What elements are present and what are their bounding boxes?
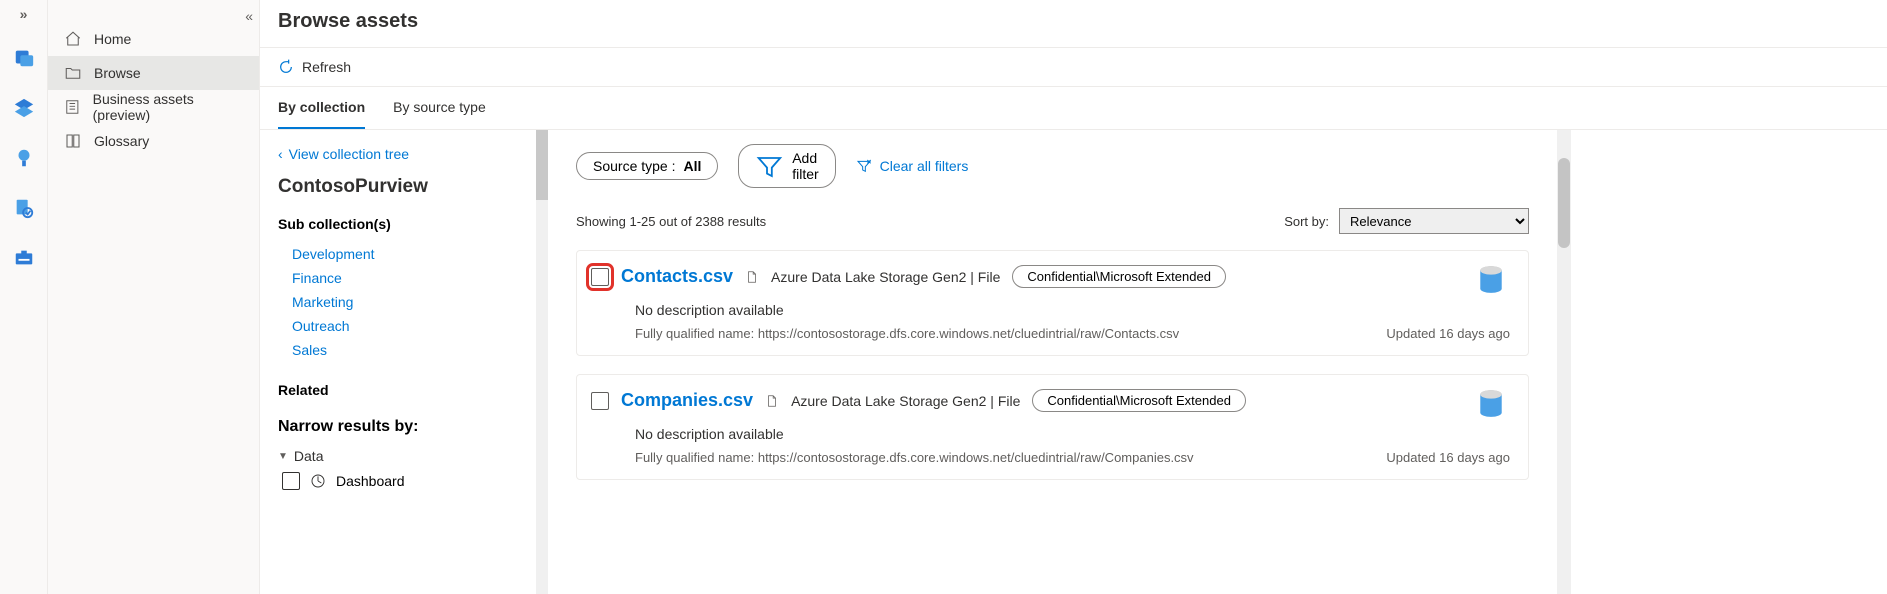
rail-icon-data-map[interactable]: [10, 94, 38, 122]
result-checkbox[interactable]: [591, 392, 609, 410]
result-card: Companies.csv Azure Data Lake Storage Gen…: [576, 374, 1529, 480]
asset-name-link[interactable]: Contacts.csv: [621, 266, 733, 287]
tab-by-source-type[interactable]: By source type: [393, 87, 486, 129]
collection-name: ContosoPurview: [278, 176, 518, 198]
results-area: Source type : All Add filter Clear all f…: [548, 130, 1557, 594]
nav-label: Home: [94, 31, 131, 47]
refresh-icon: [278, 59, 294, 75]
refresh-button[interactable]: Refresh: [278, 59, 351, 75]
narrow-heading: Narrow results by:: [278, 418, 518, 436]
file-icon: [745, 269, 759, 285]
sort-select[interactable]: Relevance: [1339, 208, 1529, 234]
view-tree-label: View collection tree: [289, 146, 409, 162]
rail-icon-management[interactable]: [10, 244, 38, 272]
nav-label: Browse: [94, 65, 141, 81]
subcollection-link[interactable]: Finance: [278, 266, 518, 290]
result-checkbox[interactable]: [591, 268, 609, 286]
results-scrollbar[interactable]: [1557, 130, 1571, 594]
clear-filters-label: Clear all filters: [880, 158, 969, 174]
view-collection-tree-link[interactable]: ‹ View collection tree: [278, 146, 518, 162]
collection-scrollbar[interactable]: [536, 130, 548, 594]
collapse-nav-icon[interactable]: «: [245, 8, 253, 24]
sub-collections-heading: Sub collection(s): [278, 216, 518, 232]
expand-rail-icon[interactable]: »: [20, 6, 28, 22]
asset-fqn: Fully qualified name: https://contososto…: [635, 326, 1179, 341]
database-icon: [1478, 389, 1504, 419]
nav-label: Glossary: [94, 133, 149, 149]
chevron-left-icon: ‹: [278, 146, 283, 162]
collection-panel: ‹ View collection tree ContosoPurview Su…: [260, 130, 536, 594]
nav-item-business-assets[interactable]: Business assets (preview): [48, 90, 259, 124]
asset-updated: Updated 16 days ago: [1386, 450, 1510, 465]
nav-label: Business assets (preview): [93, 91, 243, 123]
asset-name-link[interactable]: Companies.csv: [621, 390, 753, 411]
page-title: Browse assets: [278, 10, 1869, 33]
nav-item-home[interactable]: Home: [48, 22, 259, 56]
classification-pill: Confidential\Microsoft Extended: [1012, 265, 1226, 288]
tab-by-collection[interactable]: By collection: [278, 87, 365, 129]
sort-label: Sort by:: [1284, 214, 1329, 229]
facet-group-label: Data: [294, 448, 324, 464]
scrollbar-thumb[interactable]: [1558, 158, 1570, 248]
subcollection-link[interactable]: Marketing: [278, 290, 518, 314]
refresh-label: Refresh: [302, 59, 351, 75]
result-card: Contacts.csv Azure Data Lake Storage Gen2…: [576, 250, 1529, 356]
nav-panel: « Home Browse Business assets (preview) …: [48, 0, 260, 594]
rail-icon-policy[interactable]: [10, 194, 38, 222]
facet-group-data[interactable]: ▼ Data: [278, 448, 518, 464]
pill-value: All: [684, 158, 702, 174]
source-type-filter-pill[interactable]: Source type : All: [576, 152, 718, 180]
clear-filters-button[interactable]: Clear all filters: [856, 158, 969, 174]
asset-description: No description available: [635, 302, 1510, 318]
add-filter-label: Add filter: [792, 150, 818, 182]
facet-item-dashboard[interactable]: Dashboard: [278, 472, 518, 490]
dashboard-icon: [310, 473, 326, 489]
asset-updated: Updated 16 days ago: [1386, 326, 1510, 341]
database-icon: [1478, 265, 1504, 295]
subcollection-link[interactable]: Development: [278, 242, 518, 266]
add-filter-button[interactable]: Add filter: [738, 144, 835, 188]
rail-icon-data-catalog[interactable]: [10, 44, 38, 72]
subcollection-link[interactable]: Sales: [278, 338, 518, 362]
scrollbar-thumb[interactable]: [536, 130, 548, 200]
nav-item-browse[interactable]: Browse: [48, 56, 259, 90]
source-type-label: Azure Data Lake Storage Gen2 | File: [771, 269, 1000, 285]
pill-label: Source type :: [593, 158, 676, 174]
asset-description: No description available: [635, 426, 1510, 442]
chevron-down-icon: ▼: [278, 451, 288, 462]
results-count: Showing 1-25 out of 2388 results: [576, 214, 766, 229]
rail-icon-insights[interactable]: [10, 144, 38, 172]
related-heading: Related: [278, 382, 518, 398]
subcollection-link[interactable]: Outreach: [278, 314, 518, 338]
asset-fqn: Fully qualified name: https://contososto…: [635, 450, 1194, 465]
funnel-icon: [755, 152, 784, 181]
icon-rail: »: [0, 0, 48, 594]
file-icon: [765, 393, 779, 409]
tabs: By collection By source type: [260, 87, 1887, 130]
classification-pill: Confidential\Microsoft Extended: [1032, 389, 1246, 412]
facet-checkbox[interactable]: [282, 472, 300, 490]
nav-item-glossary[interactable]: Glossary: [48, 124, 259, 158]
facet-label: Dashboard: [336, 473, 405, 489]
main: Browse assets Refresh By collection By s…: [260, 0, 1887, 594]
source-type-label: Azure Data Lake Storage Gen2 | File: [791, 393, 1020, 409]
funnel-clear-icon: [856, 158, 872, 174]
